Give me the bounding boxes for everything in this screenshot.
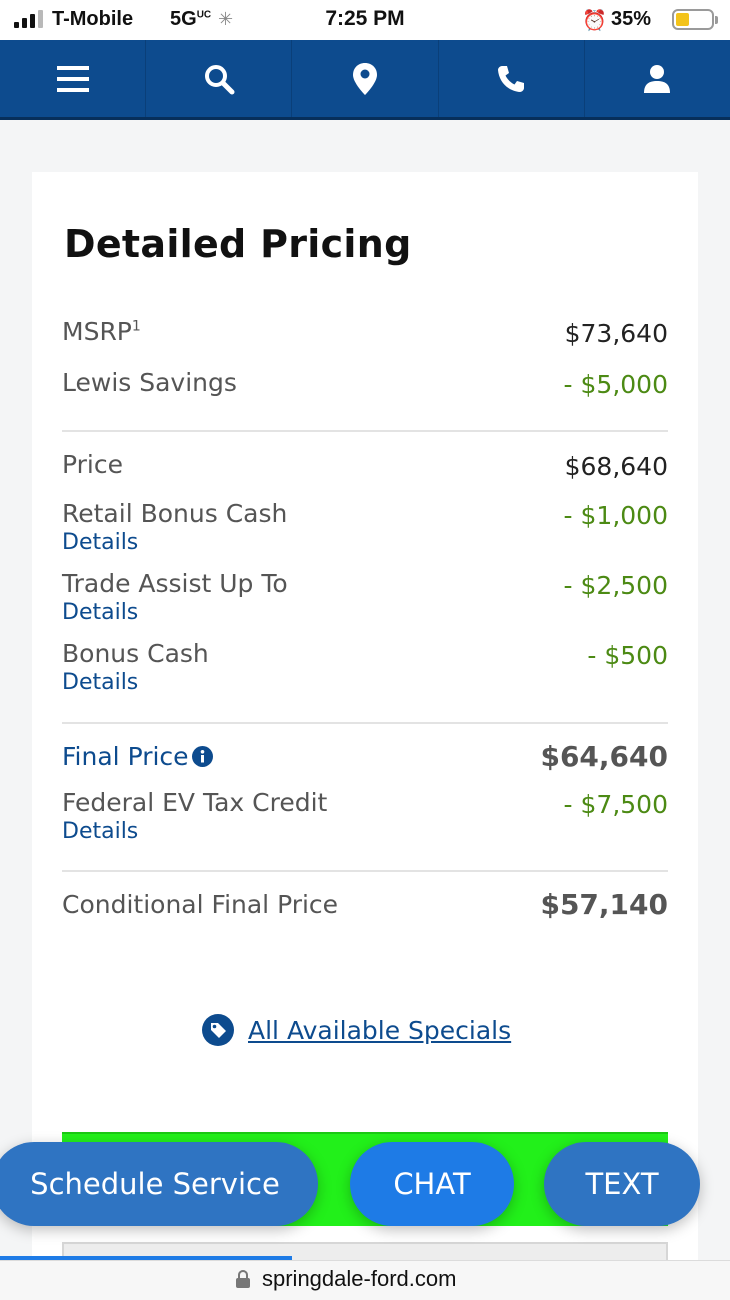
page-title: Detailed Pricing [64, 222, 412, 266]
all-specials-link-group[interactable]: All Available Specials [202, 1014, 511, 1046]
ev-credit-label: Federal EV Tax Credit [62, 788, 328, 817]
price-label: Price [62, 450, 123, 479]
location-button[interactable] [292, 40, 439, 117]
lewis-savings-label: Lewis Savings [62, 368, 237, 397]
final-price-value: $64,640 [540, 740, 668, 773]
schedule-service-button[interactable]: Schedule Service [0, 1142, 318, 1226]
battery-percent: 35% [611, 8, 652, 30]
battery-icon [672, 9, 718, 30]
lock-icon [236, 1270, 250, 1288]
phone-icon [498, 65, 525, 92]
msrp-label: MSRP1 [62, 317, 141, 346]
menu-button[interactable] [0, 40, 147, 117]
tag-icon [202, 1014, 234, 1046]
top-navbar [0, 40, 730, 120]
search-icon [204, 64, 235, 94]
trade-assist-value: - $2,500 [563, 571, 668, 600]
divider [62, 722, 668, 724]
ev-credit-details-link[interactable]: Details [62, 819, 138, 844]
location-pin-icon [353, 62, 377, 95]
info-icon[interactable] [191, 745, 213, 767]
bonus-cash-value: - $500 [587, 641, 668, 670]
url-text[interactable]: springdale-ford.com [262, 1266, 456, 1292]
status-bar: T-Mobile 5GUC ✳ 7:25 PM ⏰ 35% [0, 0, 730, 40]
retail-bonus-label: Retail Bonus Cash [62, 499, 288, 528]
browser-url-bar[interactable]: springdale-ford.com [0, 1260, 730, 1300]
divider [62, 870, 668, 872]
search-button[interactable] [146, 40, 293, 117]
conditional-final-price-value: $57,140 [540, 888, 668, 921]
account-button[interactable] [585, 40, 730, 117]
all-specials-link[interactable]: All Available Specials [248, 1016, 511, 1045]
retail-bonus-value: - $1,000 [563, 501, 668, 530]
bonus-cash-details-link[interactable]: Details [62, 670, 138, 695]
phone-button[interactable] [439, 40, 585, 117]
trade-assist-label: Trade Assist Up To [62, 569, 288, 598]
retail-bonus-details-link[interactable]: Details [62, 530, 138, 555]
pricing-card: Detailed Pricing MSRP1 $73,640 Lewis Sav… [32, 172, 698, 1282]
divider [62, 430, 668, 432]
lewis-savings-value: - $5,000 [563, 370, 668, 399]
text-button[interactable]: TEXT [544, 1142, 700, 1226]
alarm-icon: ⏰ [582, 8, 607, 32]
bonus-cash-label: Bonus Cash [62, 639, 209, 668]
trade-assist-details-link[interactable]: Details [62, 600, 138, 625]
chat-button[interactable]: CHAT [350, 1142, 514, 1226]
conditional-final-price-label: Conditional Final Price [62, 890, 339, 919]
price-value: $68,640 [564, 452, 668, 481]
final-price-label[interactable]: Final Price [62, 742, 213, 771]
menu-icon [56, 65, 89, 92]
msrp-value: $73,640 [564, 319, 668, 348]
user-icon [644, 64, 671, 93]
ev-credit-value: - $7,500 [563, 790, 668, 819]
